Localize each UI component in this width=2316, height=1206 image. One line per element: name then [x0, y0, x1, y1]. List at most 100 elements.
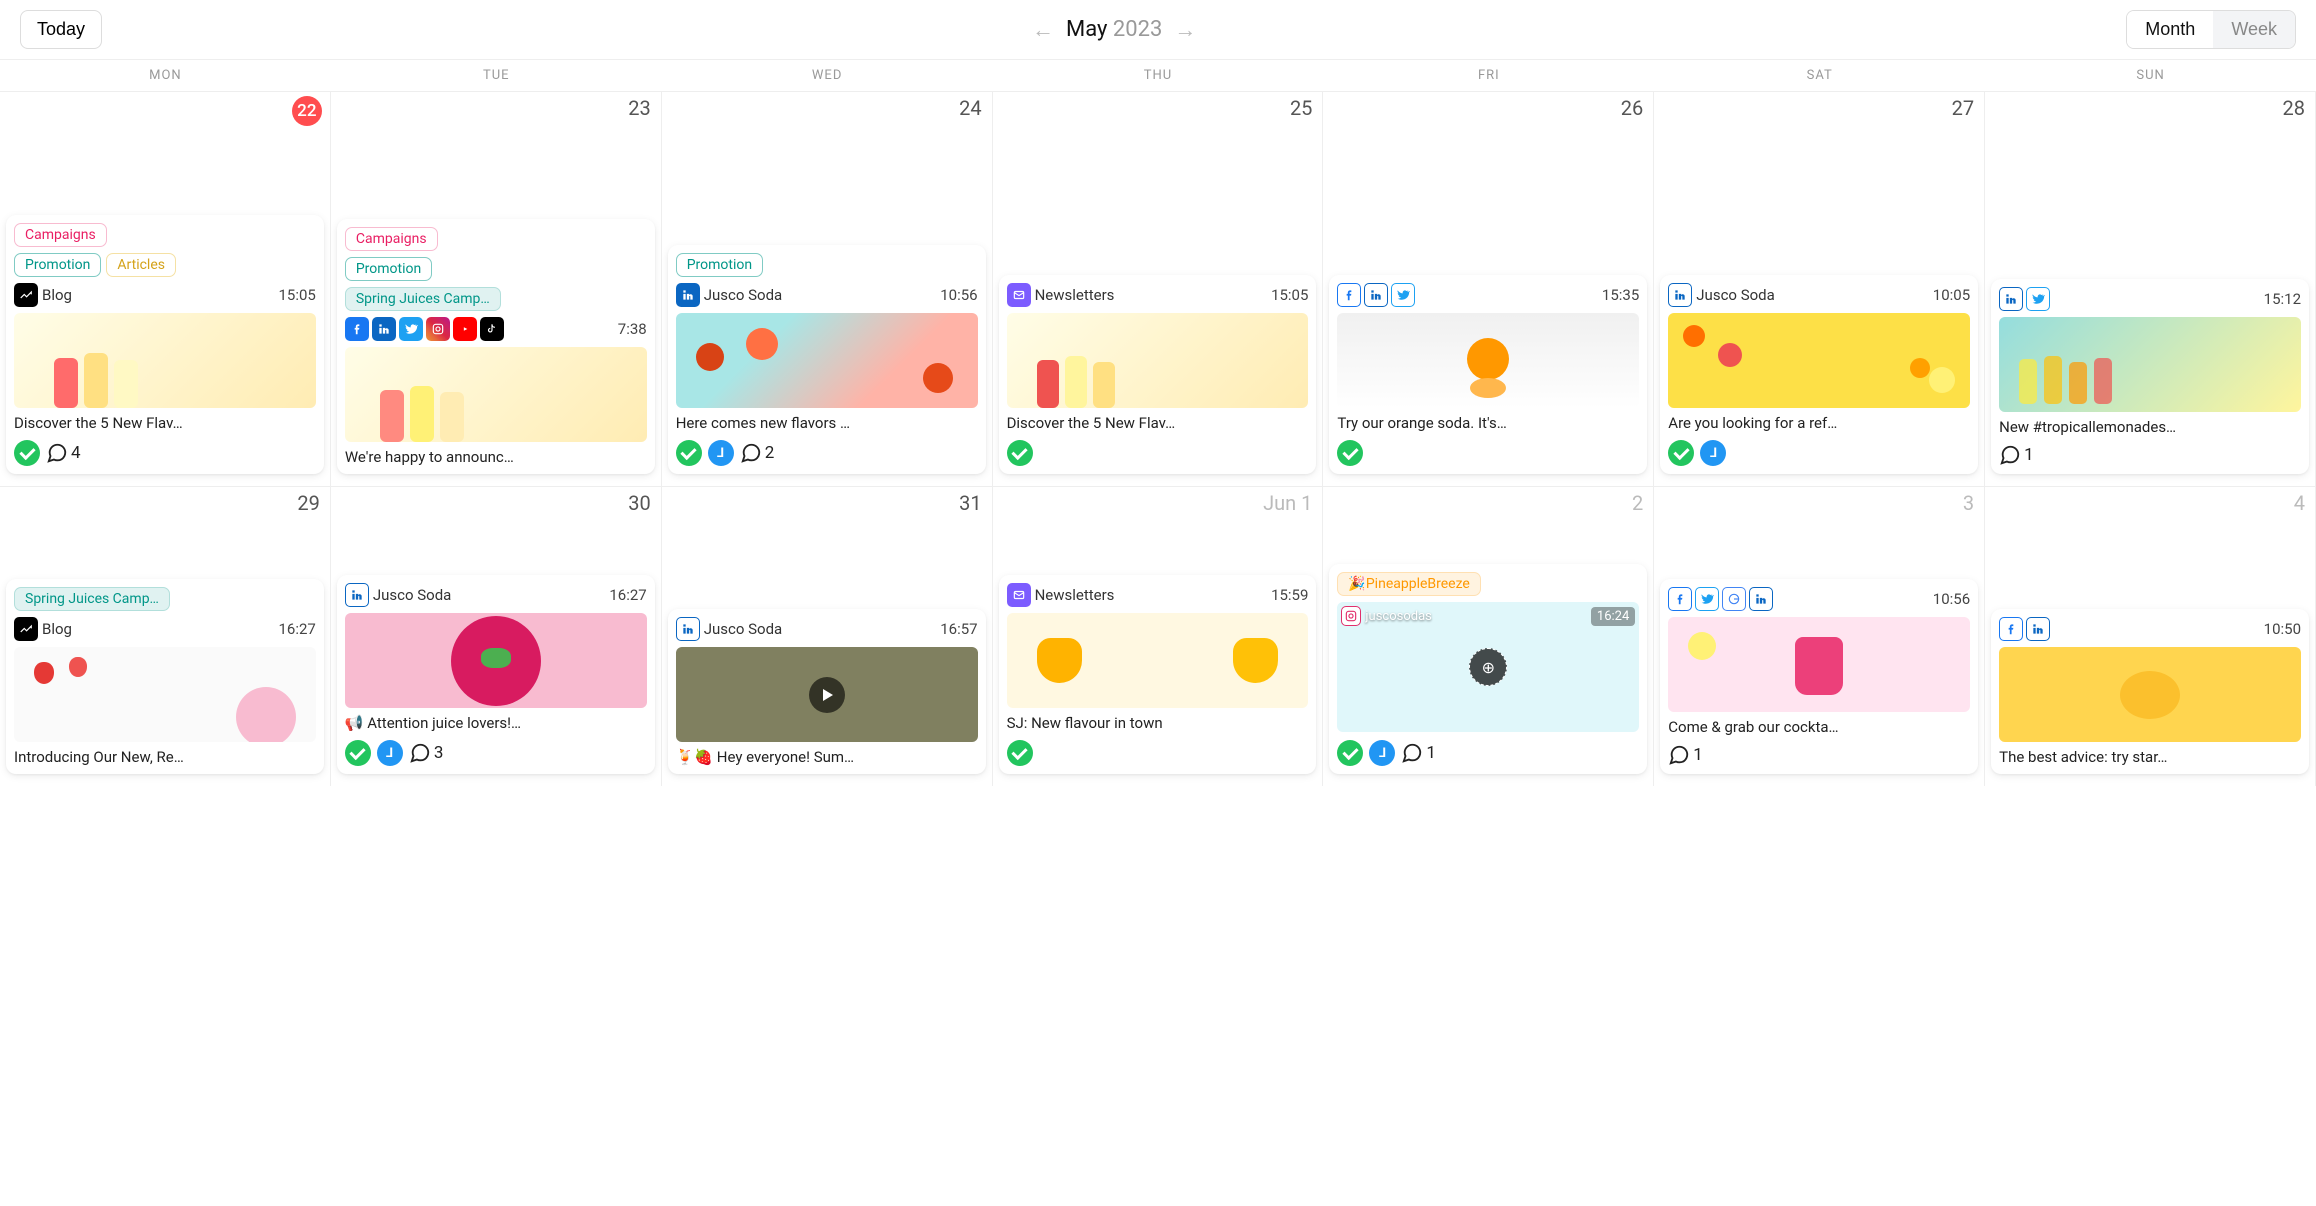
month-label: May [1066, 17, 1107, 42]
tag-spring-juices[interactable]: Spring Juices Camp… [14, 587, 170, 611]
post-caption: Discover the 5 New Flav… [14, 414, 316, 432]
post-thumbnail [1337, 313, 1639, 408]
post-time: 15:12 [2264, 290, 2301, 308]
post-card[interactable]: Jusco Soda 16:27 📢 Attention juice lover… [337, 575, 655, 774]
next-month-arrow[interactable]: → [1174, 17, 1196, 43]
prev-month-arrow[interactable]: ← [1032, 17, 1054, 43]
calendar-cell[interactable]: 4 10:50 The best advice: try star… [1985, 486, 2316, 786]
post-thumbnail: juscosodas 16:24 ⊕ [1337, 602, 1639, 732]
tiktok-icon [480, 317, 504, 341]
post-thumbnail [14, 313, 316, 408]
calendar-cell[interactable]: 26 15:35 Try our orange soda. It's… [1323, 91, 1654, 486]
calendar-grid-week2: 29 Spring Juices Camp… Blog 16:27 Introd… [0, 486, 2316, 786]
instagram-icon [1341, 606, 1361, 626]
status-check-icon [345, 740, 371, 766]
calendar-cell[interactable]: 27 Jusco Soda 10:05 Are you looking for … [1654, 91, 1985, 486]
calendar-cell[interactable]: 31 Jusco Soda 16:57 🍹🍓 Hey everyone! Sum… [662, 486, 993, 786]
post-thumbnail [14, 647, 316, 742]
day-header: THU [993, 60, 1324, 91]
tag-promotion[interactable]: Promotion [14, 253, 101, 277]
status-check-icon [1007, 440, 1033, 466]
play-icon[interactable] [809, 677, 845, 713]
post-card[interactable]: Newsletters 15:59 SJ: New flavour in tow… [999, 575, 1317, 774]
source-label: Jusco Soda [704, 286, 783, 304]
post-card[interactable]: 15:35 Try our orange soda. It's… [1329, 275, 1647, 474]
date-number: 29 [297, 491, 319, 515]
tag-promotion[interactable]: Promotion [345, 257, 432, 281]
calendar-cell[interactable]: 25 Newsletters 15:05 Discover the 5 New … [993, 91, 1324, 486]
tag-pineapple[interactable]: 🎉PineappleBreeze [1337, 572, 1480, 596]
facebook-icon [345, 317, 369, 341]
post-card[interactable]: 10:50 The best advice: try star… [1991, 609, 2309, 774]
post-caption: Discover the 5 New Flav… [1007, 414, 1309, 432]
twitter-icon [399, 317, 423, 341]
tag-promotion[interactable]: Promotion [676, 253, 763, 277]
view-toggle: Month Week [2126, 10, 2296, 49]
post-card[interactable]: Spring Juices Camp… Blog 16:27 Introduci… [6, 579, 324, 774]
calendar-cell[interactable]: 3 10:56 Come & grab our cockta… 1 [1654, 486, 1985, 786]
post-caption: 🍹🍓 Hey everyone! Sum… [676, 748, 978, 766]
calendar-grid-week1: 22 Campaigns Promotion Articles Blog 15:… [0, 91, 2316, 486]
post-time: 15:05 [1271, 286, 1308, 304]
date-number: 28 [2283, 96, 2305, 120]
year-label: 2023 [1113, 17, 1162, 42]
calendar-cell[interactable]: 22 Campaigns Promotion Articles Blog 15:… [0, 91, 331, 486]
post-caption: 📢 Attention juice lovers!… [345, 714, 647, 732]
add-icon[interactable]: ⊕ [1469, 648, 1507, 686]
toolbar: Today ← May 2023 → Month Week [0, 0, 2316, 59]
date-number: 25 [1290, 96, 1312, 120]
post-thumbnail [345, 347, 647, 442]
comment-count[interactable]: 1 [1401, 742, 1436, 764]
post-card[interactable]: Newsletters 15:05 Discover the 5 New Fla… [999, 275, 1317, 474]
calendar-cell[interactable]: 23 Campaigns Promotion Spring Juices Cam… [331, 91, 662, 486]
linkedin-icon [676, 617, 700, 641]
date-number: 26 [1621, 96, 1643, 120]
comment-count[interactable]: 2 [740, 442, 775, 464]
comment-count[interactable]: 1 [1999, 444, 2034, 466]
linkedin-icon [1364, 283, 1388, 307]
tag-articles[interactable]: Articles [106, 253, 176, 277]
overlay-label: juscosodas [1365, 609, 1431, 624]
comment-count[interactable]: 3 [409, 742, 444, 764]
post-card[interactable]: Jusco Soda 16:57 🍹🍓 Hey everyone! Sum… [668, 609, 986, 774]
post-card[interactable]: 🎉PineappleBreeze juscosodas 16:24 ⊕ 1 [1329, 564, 1647, 774]
post-card[interactable]: 15:12 New #tropicallemonades… 1 [1991, 279, 2309, 474]
tag-campaigns[interactable]: Campaigns [14, 223, 107, 247]
today-button[interactable]: Today [20, 10, 102, 49]
post-card[interactable]: Campaigns Promotion Spring Juices Camp… … [337, 219, 655, 474]
calendar-cell[interactable]: 28 15:12 New #tropicallemonades… 1 [1985, 91, 2316, 486]
comment-count[interactable]: 1 [1668, 744, 1703, 766]
post-thumbnail [1668, 617, 1970, 712]
post-caption: Come & grab our cockta… [1668, 718, 1970, 736]
comment-count[interactable]: 4 [46, 442, 81, 464]
linkedin-icon [1668, 283, 1692, 307]
linkedin-icon [2026, 617, 2050, 641]
post-time: 10:50 [2264, 620, 2301, 638]
calendar-cell[interactable]: 29 Spring Juices Camp… Blog 16:27 Introd… [0, 486, 331, 786]
month-view-button[interactable]: Month [2127, 11, 2213, 48]
post-time: 10:56 [940, 286, 977, 304]
calendar-cell[interactable]: 24 Promotion Jusco Soda 10:56 Here comes… [662, 91, 993, 486]
tag-campaigns[interactable]: Campaigns [345, 227, 438, 251]
calendar-cell[interactable]: 2 🎉PineappleBreeze juscosodas 16:24 ⊕ 1 [1323, 486, 1654, 786]
post-thumbnail [1668, 313, 1970, 408]
calendar-cell[interactable]: 30 Jusco Soda 16:27 📢 Attention juice lo… [331, 486, 662, 786]
source-label: Newsletters [1035, 286, 1115, 304]
post-card[interactable]: Promotion Jusco Soda 10:56 Here comes ne… [668, 245, 986, 474]
post-card[interactable]: Jusco Soda 10:05 Are you looking for a r… [1660, 275, 1978, 474]
post-card[interactable]: 10:56 Come & grab our cockta… 1 [1660, 579, 1978, 774]
status-check-icon [1337, 440, 1363, 466]
instagram-icon [426, 317, 450, 341]
newsletter-icon [1007, 583, 1031, 607]
tag-spring-juices[interactable]: Spring Juices Camp… [345, 287, 501, 311]
post-card[interactable]: Campaigns Promotion Articles Blog 15:05 … [6, 215, 324, 474]
week-view-button[interactable]: Week [2213, 11, 2295, 48]
calendar-cell[interactable]: Jun 1 Newsletters 15:59 SJ: New flavour … [993, 486, 1324, 786]
post-time: 7:38 [618, 320, 647, 338]
status-check-icon [1337, 740, 1363, 766]
youtube-icon [453, 317, 477, 341]
day-header: MON [0, 60, 331, 91]
post-caption: SJ: New flavour in town [1007, 714, 1309, 732]
facebook-icon [1999, 617, 2023, 641]
facebook-icon [1337, 283, 1361, 307]
